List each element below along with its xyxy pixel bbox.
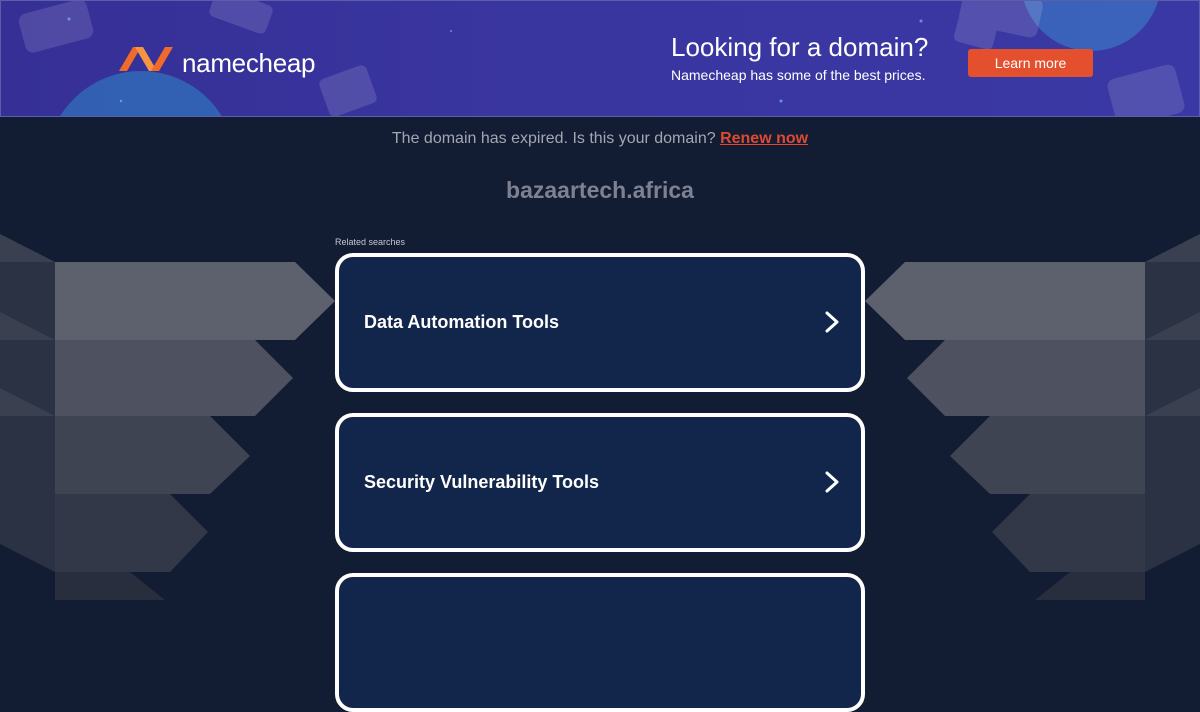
expired-notice-text: The domain has expired. Is this your dom… [391,130,721,147]
banner-headline: Looking for a domain? [671,32,929,62]
related-search-item-security-vulnerability-tools[interactable]: Security Vulnerability Tools [335,413,865,552]
chevron-right-icon [825,311,839,333]
banner-subline: Namecheap has some of the best prices. [671,67,926,83]
chevron-right-icon [825,471,839,493]
domain-name-title: bazaartech.africa [506,177,694,203]
related-search-label: Security Vulnerability Tools [364,472,600,492]
namecheap-logo-icon [119,47,173,71]
namecheap-ad-banner[interactable]: namecheap Looking for a domain? Namechea… [0,0,1200,117]
renew-now-link[interactable]: Renew now [720,130,808,147]
learn-more-button[interactable]: Learn more [968,49,1093,77]
namecheap-wordmark: namecheap [182,48,316,78]
domain-expired-notice: The domain has expired. Is this your dom… [0,130,1200,148]
related-searches-label: Related searches [335,237,406,247]
related-search-item-data-automation-tools[interactable]: Data Automation Tools [335,253,865,392]
related-search-label: Data Automation Tools [364,312,559,332]
related-search-item-partial[interactable] [335,573,865,712]
